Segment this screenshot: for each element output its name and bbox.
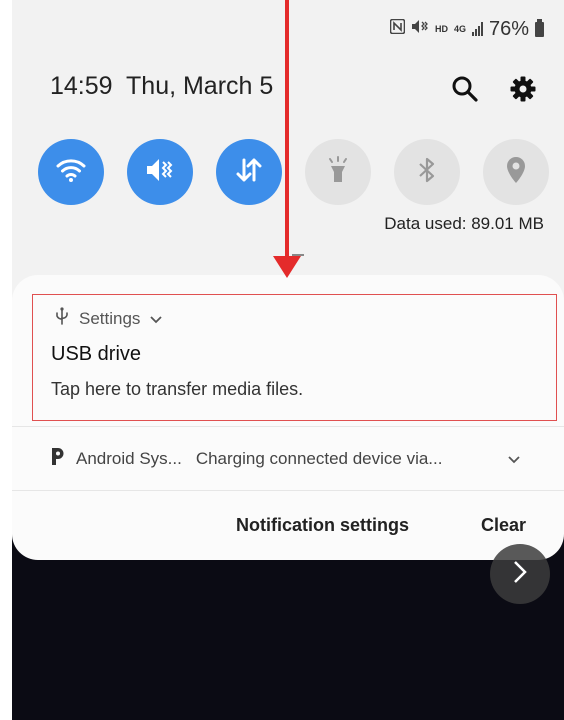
usb-icon bbox=[55, 307, 69, 330]
usb-notification[interactable]: Settings USB drive Tap here to transfer … bbox=[32, 294, 557, 421]
chevron-down-icon[interactable] bbox=[150, 309, 163, 329]
clear-button[interactable]: Clear bbox=[481, 515, 526, 536]
divider bbox=[12, 490, 564, 491]
nfc-icon bbox=[389, 18, 406, 39]
next-button[interactable] bbox=[490, 544, 550, 604]
flashlight-icon bbox=[326, 155, 350, 189]
status-bar: HD 4G 76% bbox=[389, 14, 544, 44]
app-name: Android Sys... bbox=[76, 449, 182, 468]
annotation-arrow-head bbox=[273, 256, 301, 278]
vibrate-icon bbox=[411, 19, 429, 39]
android-system-notification[interactable]: Android Sys... Charging connected device… bbox=[50, 446, 520, 472]
hd-icon: HD bbox=[434, 24, 448, 34]
date-time: 14:59 Thu, March 5 bbox=[50, 72, 273, 101]
flashlight-toggle[interactable] bbox=[305, 139, 371, 205]
android-system-icon bbox=[50, 446, 76, 472]
data-arrows-icon bbox=[235, 157, 263, 188]
chevron-down-icon[interactable] bbox=[508, 449, 520, 469]
annotation-arrow-line bbox=[285, 0, 289, 258]
bluetooth-icon bbox=[417, 156, 437, 189]
wifi-toggle[interactable] bbox=[38, 139, 104, 205]
date: Thu, March 5 bbox=[126, 72, 274, 100]
chevron-right-icon bbox=[512, 559, 528, 590]
notification-text: Charging connected device via... bbox=[195, 449, 443, 468]
bluetooth-toggle[interactable] bbox=[394, 139, 460, 205]
search-icon[interactable] bbox=[448, 72, 482, 106]
4g-icon: 4G bbox=[453, 24, 466, 34]
wifi-icon bbox=[55, 157, 87, 188]
battery-percent: 76% bbox=[488, 17, 529, 40]
app-name: Settings bbox=[79, 308, 141, 328]
location-icon bbox=[505, 156, 527, 189]
notification-text: Tap here to transfer media files. bbox=[51, 379, 304, 399]
notification-app-line: Settings bbox=[55, 307, 163, 330]
mobile-data-toggle[interactable] bbox=[216, 139, 282, 205]
notification-settings-button[interactable]: Notification settings bbox=[236, 515, 409, 536]
location-toggle[interactable] bbox=[483, 139, 549, 205]
vibrate-icon bbox=[145, 157, 175, 188]
notification-title: USB drive bbox=[51, 343, 142, 365]
divider bbox=[12, 426, 564, 427]
data-used-label: Data used: 89.01 MB bbox=[384, 214, 544, 233]
battery-icon bbox=[535, 18, 544, 37]
drag-handle bbox=[292, 254, 304, 256]
gear-icon[interactable] bbox=[506, 72, 540, 106]
signal-icon bbox=[471, 22, 483, 36]
sound-toggle[interactable] bbox=[127, 139, 193, 205]
clock: 14:59 bbox=[50, 72, 113, 100]
